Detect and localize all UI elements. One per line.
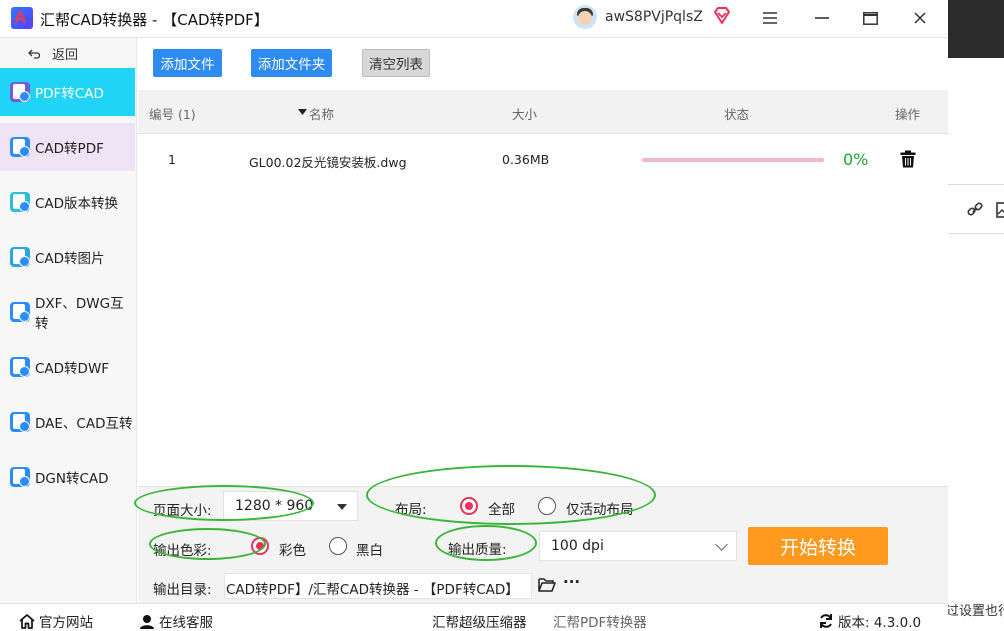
- column-size[interactable]: 大小: [512, 104, 537, 123]
- sort-down-icon[interactable]: [298, 109, 307, 115]
- bw-mode-label[interactable]: 黑白: [356, 539, 383, 559]
- pdf-converter-link[interactable]: 汇帮PDF转换器: [553, 611, 647, 631]
- output-dir-field[interactable]: CAD转PDF】/汇帮CAD转换器 - 【PDF转CAD】: [224, 573, 532, 599]
- color-label: 输出色彩:: [153, 543, 212, 559]
- layout-active-label[interactable]: 仅活动布局: [566, 498, 634, 518]
- home-icon: [19, 613, 35, 629]
- sidebar-item-label: DXF、DWG互转: [35, 296, 124, 332]
- column-action: 操作: [895, 107, 921, 122]
- pdf-to-cad-icon: [10, 82, 30, 102]
- more-options-button[interactable]: ···: [563, 573, 580, 591]
- add-file-button[interactable]: 添加文件: [153, 49, 222, 77]
- output-dir-label: 输出目录:: [153, 582, 212, 598]
- color-mode-label[interactable]: 彩色: [279, 539, 306, 559]
- sidebar-item-cad-to-dwf[interactable]: CAD转DWF: [0, 343, 135, 391]
- user-avatar[interactable]: [573, 5, 597, 29]
- settings-panel: 页面大小: 1280 * 960 布局: 全部 仅活动布局 输出色彩: 彩色 黑…: [134, 465, 948, 603]
- link-icon[interactable]: [966, 201, 984, 219]
- username[interactable]: awS8PVjPqlsZ: [605, 9, 703, 25]
- back-arrow-icon: [28, 49, 40, 59]
- vip-diamond-icon[interactable]: [712, 6, 732, 26]
- row-percent: 0%: [843, 150, 869, 169]
- add-folder-button[interactable]: 添加文件夹: [251, 49, 332, 77]
- background-divider: [948, 233, 1004, 234]
- compressor-link[interactable]: 汇帮超级压缩器: [432, 611, 527, 631]
- cad-to-pdf-icon: [10, 137, 30, 157]
- row-file-name: GL00.02反光镜安装板.dwg: [249, 155, 407, 170]
- sidebar-item-pdf-to-cad[interactable]: PDF转CAD: [0, 68, 135, 116]
- sidebar-item-dgn-to-cad[interactable]: DGN转CAD: [0, 453, 135, 501]
- cad-to-image-icon: [10, 247, 30, 267]
- cad-version-icon: [10, 192, 30, 212]
- background-divider: [948, 184, 1004, 185]
- dxf-dwg-icon: [10, 302, 30, 322]
- refresh-icon: [820, 614, 832, 628]
- quality-value: 100 dpi: [551, 538, 604, 554]
- row-progress-bar: [642, 158, 824, 162]
- color-mode-radio[interactable]: [251, 537, 269, 555]
- dae-cad-icon: [10, 412, 30, 432]
- background-window: [948, 0, 1004, 631]
- column-number[interactable]: 编号 (1): [149, 104, 196, 123]
- back-button[interactable]: 返回: [28, 44, 78, 63]
- image-icon[interactable]: [996, 202, 1004, 218]
- sidebar: 返回 PDF转CAD CAD转PDF CAD版本转换 CAD转图片 DXF、DW…: [0, 38, 137, 603]
- page-size-value: 1280 * 960: [235, 498, 314, 514]
- bottom-bar: 官方网站 在线客服 汇帮超级压缩器 汇帮PDF转换器 版本: 4.3.0.0: [0, 603, 948, 631]
- sidebar-item-dxf-dwg[interactable]: DXF、DWG互转: [0, 288, 135, 336]
- layout-all-radio[interactable]: [460, 497, 478, 515]
- row-number: 1: [168, 152, 176, 167]
- official-site-label: 官方网站: [39, 615, 93, 631]
- online-service-link[interactable]: 在线客服: [139, 611, 213, 631]
- sidebar-item-cad-to-image[interactable]: CAD转图片: [0, 233, 135, 281]
- page-size-label: 页面大小:: [153, 503, 212, 519]
- sidebar-item-label: CAD版本转换: [35, 196, 119, 212]
- hamburger-icon[interactable]: [755, 4, 785, 32]
- page-size-select[interactable]: 1280 * 960: [223, 491, 358, 521]
- title-bar: 汇帮CAD转换器 - 【CAD转PDF】 awS8PVjPqlsZ: [0, 0, 948, 38]
- cad-to-dwf-icon: [10, 357, 30, 377]
- window-title: 汇帮CAD转换器 - 【CAD转PDF】: [40, 11, 269, 29]
- folder-open-icon[interactable]: [538, 577, 556, 592]
- column-status: 状态: [724, 107, 750, 122]
- customer-service-icon: [140, 614, 154, 629]
- sidebar-item-label: PDF转CAD: [35, 86, 104, 102]
- sidebar-item-dae-cad[interactable]: DAE、CAD互转: [0, 398, 135, 446]
- sidebar-item-label: DAE、CAD互转: [35, 416, 133, 432]
- layout-all-label[interactable]: 全部: [488, 498, 515, 518]
- chevron-down-icon: [715, 538, 728, 551]
- minimize-icon[interactable]: [807, 4, 837, 32]
- quality-select[interactable]: 100 dpi: [539, 531, 737, 561]
- sidebar-item-cad-version[interactable]: CAD版本转换: [0, 178, 135, 226]
- app-logo-icon: [11, 7, 33, 29]
- sidebar-item-label: CAD转图片: [35, 251, 105, 267]
- file-table-header: 编号 (1) 名称 大小 状态 操作: [138, 90, 948, 134]
- background-text: 过设置也行: [946, 604, 1004, 619]
- clear-list-button[interactable]: 清空列表: [362, 49, 430, 77]
- sidebar-item-label: CAD转DWF: [35, 361, 110, 377]
- quality-label: 输出质量:: [448, 542, 507, 558]
- back-label: 返回: [52, 48, 79, 63]
- version-label: 版本: 4.3.0.0: [838, 615, 922, 631]
- column-name[interactable]: 名称: [309, 104, 334, 123]
- row-file-size: 0.36MB: [502, 152, 550, 167]
- table-row[interactable]: 1 GL00.02反光镜安装板.dwg 0.36MB 0%: [138, 138, 948, 182]
- online-service-label: 在线客服: [159, 615, 213, 631]
- bw-mode-radio[interactable]: [329, 537, 347, 555]
- sidebar-item-label: DGN转CAD: [35, 471, 109, 487]
- official-site-link[interactable]: 官方网站: [19, 611, 93, 631]
- version-info[interactable]: 版本: 4.3.0.0: [818, 611, 921, 631]
- close-icon[interactable]: [905, 4, 935, 32]
- background-dark-panel: [948, 0, 1004, 58]
- sidebar-item-cad-to-pdf[interactable]: CAD转PDF: [0, 123, 135, 171]
- layout-active-radio[interactable]: [538, 497, 556, 515]
- caret-down-icon: [337, 504, 347, 510]
- sidebar-item-label: CAD转PDF: [35, 141, 104, 157]
- layout-label: 布局:: [395, 502, 427, 518]
- maximize-icon[interactable]: [855, 4, 885, 32]
- trash-icon[interactable]: [900, 150, 916, 168]
- start-convert-button[interactable]: 开始转换: [748, 527, 888, 565]
- dgn-to-cad-icon: [10, 467, 30, 487]
